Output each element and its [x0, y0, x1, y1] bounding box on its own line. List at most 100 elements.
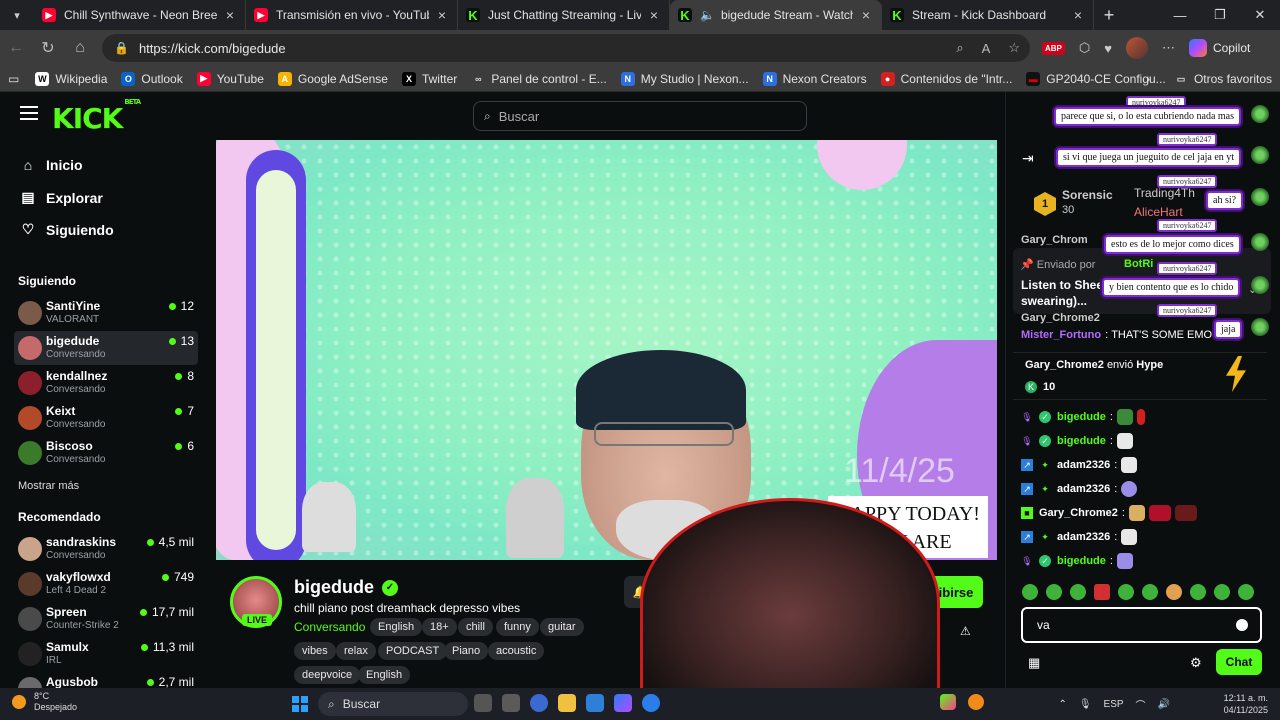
app-icon[interactable] — [530, 694, 548, 712]
channel-spreen[interactable]: Spreen Counter-Strike 2 17,7 mil — [14, 602, 198, 636]
channel-biscoso[interactable]: Biscoso Conversando 6 — [14, 436, 198, 470]
browser-tab-3[interactable]: K Just Chatting Streaming - Live Str × — [458, 0, 670, 30]
bookmark-gp2040[interactable]: ▬ GP2040-CE Configu... — [1026, 71, 1166, 86]
performance-icon[interactable]: ♥ — [1104, 41, 1112, 56]
bookmark-adsense[interactable]: A Google AdSense — [277, 71, 388, 86]
kick-logo[interactable]: KICKBETA — [52, 98, 141, 135]
channel-name[interactable]: bigedude — [294, 577, 374, 598]
obs-icon[interactable] — [968, 694, 984, 710]
chat-username[interactable]: bigedude — [1057, 435, 1106, 447]
menu-icon[interactable] — [20, 106, 38, 120]
microphone-icon[interactable]: 🎙 — [1079, 699, 1092, 710]
tag[interactable]: acoustic — [488, 642, 545, 660]
show-more-link[interactable]: Mostrar más — [18, 480, 79, 492]
browser-tab-2[interactable]: ▶ Transmisión en vivo - YouTube St × — [246, 0, 458, 30]
adblock-icon[interactable]: ABP — [1042, 41, 1065, 55]
channel-vakyflowxd[interactable]: vakyflowxd Left 4 Dead 2 749 — [14, 567, 198, 601]
chat-username[interactable]: Gary_Chrome2 — [1039, 507, 1118, 519]
video-player[interactable]: 11/4/25 HAPPY TODAY! YOU ARE AWESOME! — [216, 140, 997, 560]
tag[interactable]: funny — [496, 618, 539, 636]
emoji-icon[interactable] — [1236, 619, 1248, 631]
minimize-icon[interactable]: — — [1160, 0, 1200, 30]
gear-icon[interactable]: ⚙ — [1190, 655, 1202, 671]
new-tab-button[interactable]: + — [1094, 5, 1124, 26]
bookmark-mystudio[interactable]: N My Studio | Nexon... — [620, 71, 749, 86]
close-icon[interactable]: × — [859, 7, 873, 23]
copilot-button[interactable]: Copilot — [1188, 39, 1250, 57]
close-icon[interactable]: × — [647, 7, 661, 23]
close-icon[interactable]: × — [435, 7, 449, 23]
bookmark-wikipedia[interactable]: W Wikipedia — [35, 71, 107, 86]
speaker-icon[interactable]: 🔈 — [700, 8, 715, 22]
channel-agusbob[interactable]: Agusbob 2,7 mil — [14, 672, 198, 688]
home-icon[interactable]: ⌂ — [64, 32, 96, 64]
channel-bigedude[interactable]: bigedude Conversando 13 — [14, 331, 198, 365]
lock-icon[interactable]: 🔒 — [114, 41, 129, 55]
channel-samulx[interactable]: Samulx IRL 11,3 mil — [14, 637, 198, 671]
bookmark-contenidos[interactable]: ● Contenidos de "Intr... — [880, 71, 1012, 86]
app-icon[interactable] — [940, 694, 956, 710]
volume-icon[interactable]: 🔊 — [1158, 699, 1170, 710]
tag[interactable]: 18+ — [422, 618, 457, 636]
chat-username[interactable]: adam2326 — [1057, 483, 1110, 495]
pinned-by-user[interactable]: BotRi — [1124, 258, 1153, 270]
channel-kendallnez[interactable]: kendallnez Conversando 8 — [14, 366, 198, 400]
favorite-star-icon[interactable]: ☆ — [1008, 40, 1020, 56]
emote-icon[interactable] — [1046, 584, 1062, 600]
collapse-chat-icon[interactable]: ⇥ — [1022, 150, 1034, 167]
browser-tab-4[interactable]: K 🔈 bigedude Stream - Watch Li × — [670, 0, 882, 30]
tag[interactable]: English — [370, 618, 423, 636]
tag[interactable]: guitar — [540, 618, 584, 636]
more-menu-icon[interactable]: ⋯ — [1162, 40, 1175, 56]
emote-icon[interactable] — [1070, 584, 1086, 600]
restore-icon[interactable]: ❐ — [1200, 0, 1240, 30]
extensions-icon[interactable]: ⬡ — [1079, 40, 1090, 56]
clock[interactable]: 12:11 a. m. 04/11/2025 — [1224, 692, 1268, 716]
tab-actions-button[interactable]: ▾ — [0, 0, 34, 30]
emote-icon[interactable] — [1022, 584, 1038, 600]
send-chat-button[interactable]: Chat — [1216, 649, 1262, 675]
store-icon[interactable]: ▦ — [1028, 655, 1040, 671]
file-explorer-icon[interactable] — [558, 694, 576, 712]
nav-explorar[interactable]: ▤ Explorar — [20, 189, 102, 206]
copilot-app-icon[interactable] — [614, 694, 632, 712]
tag[interactable]: PODCAST — [378, 642, 448, 660]
emote-icon[interactable] — [1214, 584, 1230, 600]
weather-widget[interactable]: 8°C Despejado — [12, 691, 77, 713]
hype-user[interactable]: Gary_Chrome2 — [1025, 359, 1104, 371]
chevron-right-icon[interactable]: › — [1146, 72, 1150, 86]
bookmark-outlook[interactable]: O Outlook — [121, 71, 183, 86]
leaderboard-name[interactable]: AliceHart — [1134, 205, 1183, 219]
other-bookmarks[interactable]: ▭ Otros favoritos — [1174, 72, 1272, 86]
leaderboard-name[interactable]: Sorensic — [1062, 188, 1113, 202]
bookmark-twitter[interactable]: X Twitter — [401, 71, 457, 86]
url-field[interactable]: 🔒 https://kick.com/bigedude ⌕ A ☆ — [102, 34, 1030, 62]
back-icon[interactable]: ← — [0, 32, 32, 64]
chat-username[interactable]: Mister_Fortuno — [1021, 329, 1101, 341]
chat-username[interactable]: adam2326 — [1057, 459, 1110, 471]
emote-icon[interactable] — [1118, 584, 1134, 600]
chat-username[interactable]: bigedude — [1057, 411, 1106, 423]
wifi-icon[interactable]: ⌒ — [1136, 697, 1146, 712]
profile-avatar[interactable] — [1125, 37, 1148, 59]
emote-icon[interactable] — [1166, 584, 1182, 600]
browser-tab-5[interactable]: K Stream - Kick Dashboard × — [882, 0, 1094, 30]
bookmark-nexon-creators[interactable]: N Nexon Creators — [762, 71, 867, 86]
language-indicator[interactable]: ESP — [1104, 699, 1124, 710]
close-window-icon[interactable]: ✕ — [1240, 0, 1280, 30]
tag[interactable]: vibes — [294, 642, 336, 660]
channel-santiyine[interactable]: SantiYine VALORANT 12 — [14, 296, 198, 330]
tag[interactable]: English — [358, 666, 411, 684]
chat-input[interactable]: va — [1021, 607, 1262, 643]
zoom-icon[interactable]: ⌕ — [956, 40, 963, 56]
channel-keixt[interactable]: Keixt Conversando 7 — [14, 401, 198, 435]
tag[interactable]: chill — [458, 618, 493, 636]
nav-siguiendo[interactable]: ♡ Siguiendo — [20, 221, 114, 238]
chevron-up-icon[interactable]: ⌃ — [1058, 699, 1066, 710]
reload-icon[interactable]: ↻ — [32, 32, 64, 64]
emote-icon[interactable] — [1190, 584, 1206, 600]
nav-inicio[interactable]: ⌂ Inicio — [20, 157, 83, 173]
report-icon[interactable]: ⚠ — [960, 624, 971, 638]
bookmark-panel[interactable]: ∞ Panel de control - E... — [471, 72, 607, 86]
bookmark-youtube[interactable]: ▶ YouTube — [196, 71, 264, 86]
